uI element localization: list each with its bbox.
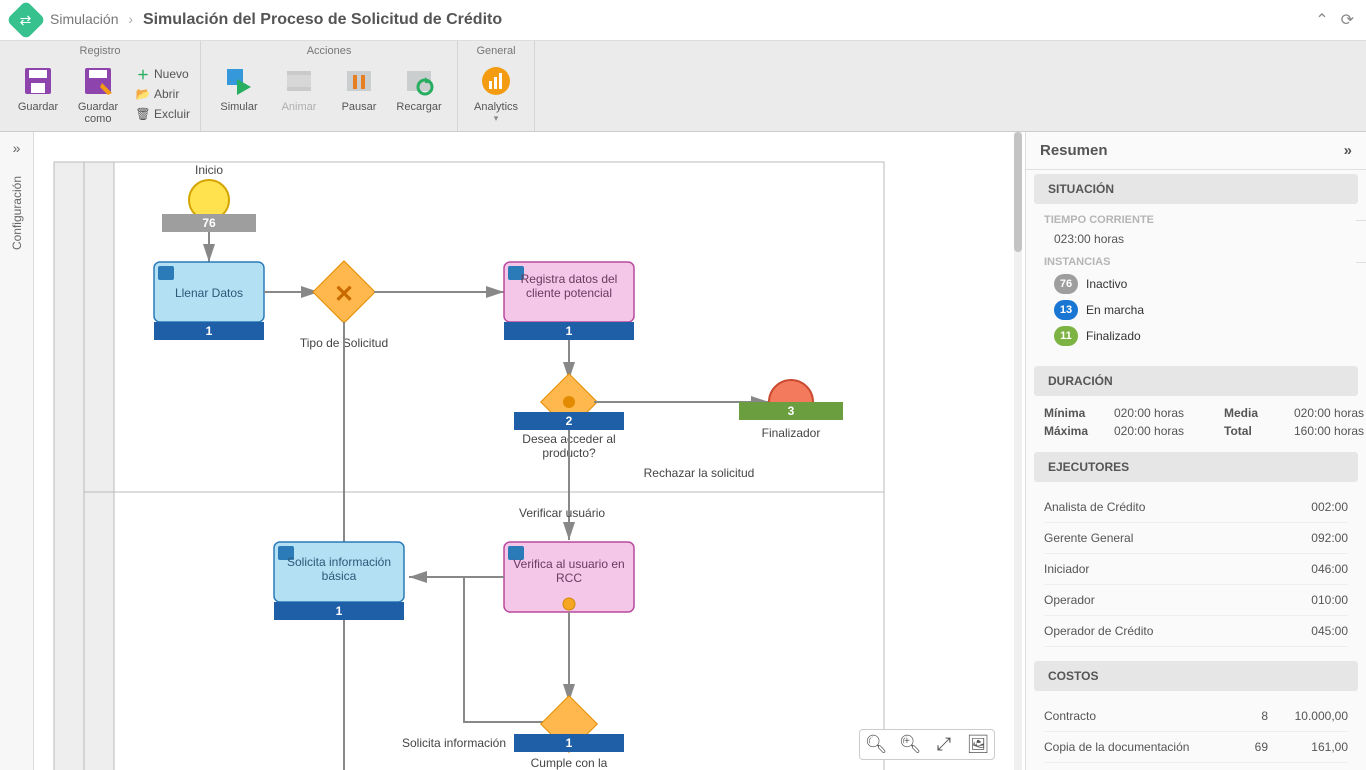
folder-open-icon: 📂 [136, 87, 150, 101]
zoom-out-icon[interactable]: 🔍︎ [864, 734, 888, 755]
summary-title: Resumen [1040, 142, 1108, 159]
section-duracion: DURACIÓN [1034, 366, 1358, 396]
play-icon [223, 65, 255, 97]
pause-icon [343, 65, 375, 97]
collapse-up-icon[interactable]: ⌃ [1315, 10, 1328, 30]
svg-text:3: 3 [788, 404, 795, 418]
svg-text:Llenar Datos: Llenar Datos [175, 286, 243, 300]
svg-text:Rechazar la solicitud: Rechazar la solicitud [644, 466, 755, 480]
executors-list: Analista de Crédito002:00 Gerente Genera… [1026, 482, 1366, 657]
save-button[interactable]: Guardar [8, 65, 68, 113]
page-title: Simulación del Proceso de Solicitud de C… [143, 11, 502, 28]
zoom-in-icon[interactable]: 🔍︎+ [898, 734, 922, 755]
analytics-button[interactable]: Analytics ▾ [466, 65, 526, 124]
list-item: Gerente General092:00 [1044, 523, 1348, 554]
new-button[interactable]: ＋Nuevo [134, 65, 192, 83]
gateway-tipo-solicitud[interactable]: ✕ [313, 261, 375, 323]
svg-text:Finalizador: Finalizador [762, 426, 821, 440]
canvas[interactable]: Solicitud de Crédito Ventas y Promoción … [34, 132, 1026, 770]
section-costos: COSTOS [1034, 661, 1358, 691]
ribbon-group-acciones: Acciones [201, 41, 457, 61]
save-icon [22, 65, 54, 97]
list-item: Copia de la documentación69161,00 [1044, 732, 1348, 763]
start-label: Inicio [195, 163, 223, 177]
svg-text:✕: ✕ [334, 281, 354, 308]
instance-finished: 11 Finalizado [1054, 326, 1348, 346]
svg-text:76: 76 [202, 216, 216, 230]
summary-panel: Resumen » SITUACIÓN TIEMPO CORRIENTE 023… [1026, 132, 1366, 770]
list-item: Analista de Crédito002:00 [1044, 492, 1348, 523]
reload-icon [403, 65, 435, 97]
fit-icon[interactable]: ⤢ [932, 734, 956, 755]
list-item: Iniciador046:00 [1044, 554, 1348, 585]
vertical-scrollbar[interactable] [1014, 132, 1022, 770]
trash-icon: 🗑 [136, 107, 150, 121]
svg-text:1: 1 [206, 324, 213, 338]
animate-button: Animar [269, 65, 329, 113]
breadcrumb: Simulación › Simulación del Proceso de S… [50, 11, 502, 29]
svg-text:Solicita información: Solicita información [402, 736, 506, 750]
image-icon[interactable]: 🖼︎ [966, 734, 990, 755]
ribbon-group-registro: Registro [0, 41, 200, 61]
save-as-icon [82, 65, 114, 97]
ribbon: Registro Guardar Guardar como ＋Nuevo 📂Ab… [0, 41, 1366, 132]
ribbon-group-general: General [458, 41, 534, 61]
app-logo: ⇄ [6, 0, 46, 40]
instance-running: 13 En marcha [1054, 300, 1348, 320]
expand-right-icon[interactable]: » [1344, 142, 1352, 159]
zoom-toolbar: 🔍︎ 🔍︎+ ⤢ 🖼︎ [859, 729, 995, 760]
bpmn-diagram: Solicitud de Crédito Ventas y Promoción … [34, 132, 1026, 770]
instance-inactive: 76 Inactivo [1054, 274, 1348, 294]
reload-button[interactable]: Recargar [389, 65, 449, 113]
breadcrumb-root[interactable]: Simulación [50, 11, 118, 27]
open-button[interactable]: 📂Abrir [134, 85, 192, 103]
left-sidebar: » Configuración [0, 132, 34, 770]
current-time: 023:00 horas [1054, 232, 1348, 246]
svg-text:1: 1 [566, 324, 573, 338]
chevron-right-icon: › [128, 11, 133, 27]
list-item: Operador de Crédito045:00 [1044, 616, 1348, 647]
save-as-button[interactable]: Guardar como [68, 65, 128, 125]
pause-button[interactable]: Pausar [329, 65, 389, 113]
list-item: Contracto810.000,00 [1044, 701, 1348, 732]
svg-text:1: 1 [566, 736, 573, 750]
section-ejecutores: EJECUTORES [1034, 452, 1358, 482]
section-situacion: SITUACIÓN [1034, 174, 1358, 204]
refresh-icon[interactable]: ⟳ [1341, 10, 1354, 30]
chart-icon [480, 65, 512, 97]
sidebar-label[interactable]: Configuración [10, 176, 24, 250]
film-icon [283, 65, 315, 97]
svg-text:1: 1 [336, 604, 343, 618]
expand-icon[interactable]: » [13, 140, 21, 156]
costs-list: Contracto810.000,00 Copia de la document… [1026, 691, 1366, 770]
svg-text:Verificar usuário: Verificar usuário [519, 506, 605, 520]
simulate-button[interactable]: Simular [209, 65, 269, 113]
chevron-down-icon: ▾ [494, 113, 499, 124]
header: ⇄ Simulación › Simulación del Proceso de… [0, 0, 1366, 41]
svg-text:2: 2 [566, 414, 573, 428]
delete-button[interactable]: 🗑Excluir [134, 105, 192, 123]
list-item: Operador010:00 [1044, 585, 1348, 616]
end-event[interactable] [769, 380, 813, 402]
plus-icon: ＋ [136, 67, 150, 81]
